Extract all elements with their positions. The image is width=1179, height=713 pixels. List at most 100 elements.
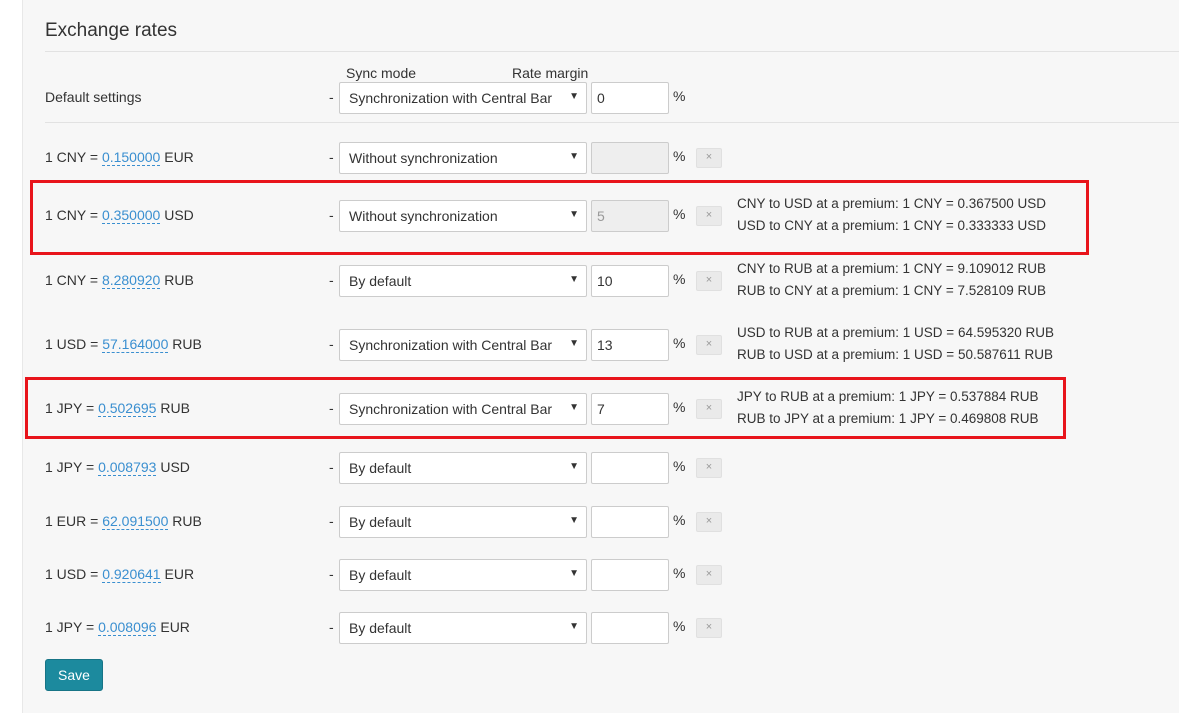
- percent-sign: %: [673, 148, 686, 164]
- rate-row: 1 JPY = 0.008096 EUR - By default ▼% ×: [0, 608, 1179, 648]
- dash: -: [329, 619, 334, 635]
- percent-sign: %: [673, 458, 686, 474]
- premium-line: RUB to CNY at a premium: 1 CNY = 7.52810…: [737, 283, 1047, 298]
- delete-button[interactable]: ×: [696, 565, 722, 585]
- percent-sign: %: [673, 88, 686, 104]
- premium-line: RUB to USD at a premium: 1 USD = 50.5876…: [737, 347, 1054, 362]
- rate-prefix: 1 JPY =: [45, 459, 99, 475]
- rate-row: 1 JPY = 0.008793 USD - By default ▼% ×: [0, 448, 1179, 488]
- delete-button[interactable]: ×: [696, 335, 722, 355]
- select-value: By default: [349, 567, 412, 583]
- rate-label: 1 USD = 57.164000 RUB: [45, 336, 202, 353]
- caret-down-icon: ▼: [569, 91, 579, 102]
- margin-input[interactable]: [591, 506, 669, 538]
- premium-info: CNY to RUB at a premium: 1 CNY = 9.10901…: [737, 258, 1046, 302]
- select-value: By default: [349, 620, 412, 636]
- rate-prefix: 1 CNY =: [45, 272, 102, 288]
- percent-sign: %: [673, 565, 686, 581]
- dash: -: [329, 566, 334, 582]
- dash: -: [329, 149, 334, 165]
- select-value: By default: [349, 514, 412, 530]
- dash: -: [329, 89, 334, 105]
- caret-down-icon: ▼: [569, 461, 579, 472]
- rate-suffix: EUR: [160, 149, 194, 165]
- caret-down-icon: ▼: [569, 515, 579, 526]
- page-title: Exchange rates: [45, 20, 178, 41]
- rate-suffix: EUR: [160, 566, 195, 582]
- rate-label: 1 JPY = 0.008793 USD: [45, 459, 190, 476]
- margin-input: [591, 142, 669, 174]
- percent-sign: %: [673, 335, 686, 351]
- rate-value-link[interactable]: 62.091500: [102, 513, 169, 530]
- rate-value-link[interactable]: 0.008793: [98, 459, 157, 476]
- sync-mode-select[interactable]: Synchronization with Central Bar ▼: [339, 329, 587, 361]
- save-button[interactable]: Save: [45, 659, 103, 691]
- sync-mode-select[interactable]: Without synchronization ▼: [339, 142, 587, 174]
- rate-row: 1 USD = 0.920641 EUR - By default ▼% ×: [0, 555, 1179, 595]
- delete-button[interactable]: ×: [696, 618, 722, 638]
- premium-line: USD to RUB at a premium: 1 USD = 64.5953…: [737, 325, 1055, 340]
- delete-button[interactable]: ×: [696, 148, 722, 168]
- premium-line: JPY to RUB at a premium: 1 JPY = 0.53788…: [737, 389, 1039, 404]
- divider: [45, 122, 1179, 123]
- delete-button[interactable]: ×: [696, 458, 722, 478]
- default-margin-input[interactable]: 0: [591, 82, 669, 114]
- sync-mode-select[interactable]: By default ▼: [339, 559, 587, 591]
- sync-mode-select[interactable]: By default ▼: [339, 612, 587, 644]
- rate-prefix: 1 USD =: [45, 566, 103, 582]
- divider: [45, 51, 1179, 52]
- sync-mode-select[interactable]: By default ▼: [339, 265, 587, 297]
- premium-line: RUB to JPY at a premium: 1 JPY = 0.46980…: [737, 411, 1039, 426]
- select-value: By default: [349, 460, 412, 476]
- rate-label: 1 EUR = 62.091500 RUB: [45, 513, 202, 530]
- rate-suffix: USD: [156, 459, 190, 475]
- rate-suffix: RUB: [168, 513, 202, 529]
- rate-value-link[interactable]: 0.920641: [102, 566, 161, 583]
- margin-input[interactable]: [591, 612, 669, 644]
- rate-prefix: 1 CNY =: [45, 149, 102, 165]
- margin-input[interactable]: 13: [591, 329, 669, 361]
- rate-label: 1 USD = 0.920641 EUR: [45, 566, 195, 583]
- caret-down-icon: ▼: [569, 621, 579, 632]
- caret-down-icon: ▼: [569, 151, 579, 162]
- caret-down-icon: ▼: [569, 338, 579, 349]
- rate-suffix: EUR: [156, 619, 190, 635]
- sync-mode-select[interactable]: By default ▼: [339, 452, 587, 484]
- dash: -: [329, 272, 334, 288]
- premium-line: CNY to RUB at a premium: 1 CNY = 9.10901…: [737, 261, 1047, 276]
- rate-value-link[interactable]: 8.280920: [101, 272, 161, 289]
- dash: -: [329, 459, 334, 475]
- percent-sign: %: [673, 618, 686, 634]
- premium-line: USD to CNY at a premium: 1 CNY = 0.33333…: [737, 218, 1047, 233]
- rate-row: 1 CNY = 0.150000 EUR - Without synchroniza…: [0, 138, 1179, 178]
- premium-info: CNY to USD at a premium: 1 CNY = 0.36750…: [737, 193, 1046, 237]
- percent-sign: %: [673, 271, 686, 287]
- caret-down-icon: ▼: [569, 274, 579, 285]
- default-settings-label: Default settings: [45, 89, 142, 105]
- margin-input[interactable]: [591, 452, 669, 484]
- select-value: Synchronization with Central Bar: [349, 337, 553, 353]
- rate-prefix: 1 EUR =: [45, 513, 103, 529]
- delete-button[interactable]: ×: [696, 512, 722, 532]
- dash: -: [329, 513, 334, 529]
- rate-row: 1 EUR = 62.091500 RUB - By default ▼% ×: [0, 502, 1179, 542]
- rate-suffix: RUB: [168, 336, 202, 352]
- margin-input[interactable]: 10: [591, 265, 669, 297]
- default-sync-mode-select[interactable]: Synchronization with Central Bar ▼: [339, 82, 587, 114]
- select-value: Without synchronization: [349, 150, 498, 166]
- default-settings-row: Default settings - Synchronization with …: [0, 78, 1179, 118]
- select-value: By default: [349, 273, 412, 289]
- caret-down-icon: ▼: [569, 568, 579, 579]
- percent-sign: %: [673, 512, 686, 528]
- select-value: Synchronization with Central Bar: [349, 90, 553, 106]
- margin-input[interactable]: [591, 559, 669, 591]
- sync-mode-select[interactable]: By default ▼: [339, 506, 587, 538]
- rate-label: 1 CNY = 0.150000 EUR: [45, 149, 194, 166]
- rate-value-link[interactable]: 57.164000: [102, 336, 169, 353]
- rate-value-link[interactable]: 0.150000: [101, 149, 161, 166]
- premium-line: CNY to USD at a premium: 1 CNY = 0.36750…: [737, 196, 1047, 211]
- rate-value-link[interactable]: 0.008096: [98, 619, 157, 636]
- rate-label: 1 CNY = 8.280920 RUB: [45, 272, 194, 289]
- premium-info: USD to RUB at a premium: 1 USD = 64.5953…: [737, 322, 1054, 366]
- delete-button[interactable]: ×: [696, 271, 722, 291]
